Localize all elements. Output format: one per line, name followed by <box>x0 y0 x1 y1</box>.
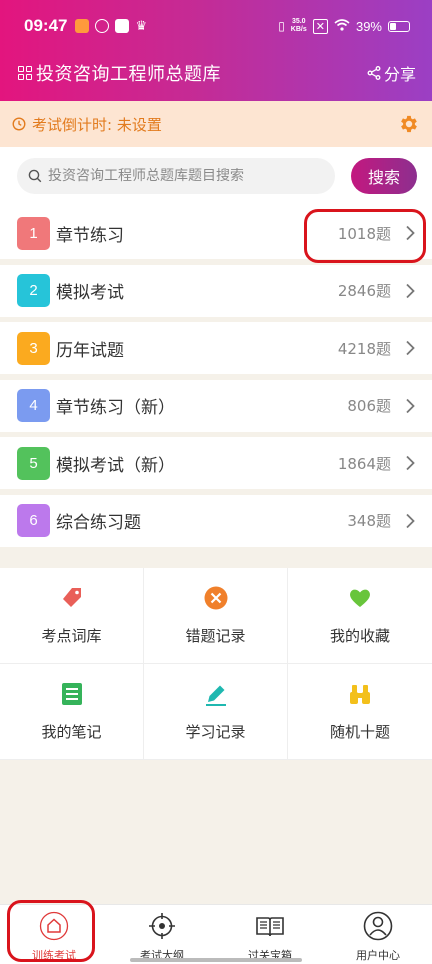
user-icon <box>363 911 393 945</box>
gear-icon[interactable] <box>398 113 420 135</box>
menu-label: 章节练习（新） <box>56 398 175 419</box>
search-icon <box>28 169 42 183</box>
app-badge-icon <box>115 19 130 33</box>
status-right: ▯ 35.0 KB/s ✕ 39% <box>278 18 410 34</box>
tool-label: 随机十题 <box>329 723 390 741</box>
status-time: 09:47 <box>24 16 68 35</box>
status-bar: 09:47 ♛ ▯ 35.0 KB/s ✕ 39% <box>24 14 410 38</box>
app-notification-icon <box>75 19 90 33</box>
menu-number-badge: 4 <box>17 389 50 423</box>
tag-icon <box>59 585 85 625</box>
net-speed: 35.0 KB/s <box>291 18 307 34</box>
menu-label: 历年试题 <box>56 340 124 361</box>
share-button[interactable]: 分享 <box>367 61 416 85</box>
tool-tag[interactable]: 考点词库 <box>0 568 144 664</box>
menu-label: 综合练习题 <box>56 513 141 534</box>
crown-icon: ♛ <box>135 18 148 34</box>
grid-menu-icon[interactable] <box>18 66 32 80</box>
clock-icon <box>12 117 26 131</box>
highlight-annotation <box>304 209 426 263</box>
chevron-right-icon <box>406 283 415 298</box>
tool-wrong-x[interactable]: 错题记录 <box>144 568 288 664</box>
search-area: 搜索 <box>0 147 432 207</box>
menu-count: 4218题 <box>337 339 391 358</box>
battery-percent: 39% <box>355 18 382 34</box>
tab-book[interactable]: 过关宝箱 <box>216 905 324 964</box>
battery-icon <box>388 20 410 32</box>
menu-count: 2846题 <box>337 282 391 301</box>
wrong-x-icon <box>203 585 229 625</box>
notification-icons: ♛ <box>75 19 147 34</box>
share-icon <box>367 66 381 80</box>
menu-count: 1864题 <box>337 454 391 473</box>
net-speed-value: 35.0 <box>291 18 306 25</box>
menu-row[interactable]: 3 历年试题 4218题 <box>0 322 432 375</box>
chevron-right-icon <box>406 513 415 529</box>
tools-grid: 考点词库 错题记录 我的收藏我的笔记 学习记录 随机十题 <box>0 568 432 760</box>
tab-user[interactable]: 用户中心 <box>324 905 432 964</box>
app-header: 09:47 ♛ ▯ 35.0 KB/s ✕ 39% 投资咨询工程师总题库 分享 <box>0 0 432 101</box>
target-icon <box>147 911 177 945</box>
app-title: 投资咨询工程师总题库 <box>36 64 221 85</box>
menu-count: 806题 <box>347 397 391 416</box>
binoculars-icon <box>347 681 373 721</box>
search-box[interactable] <box>17 158 335 194</box>
book-icon <box>255 911 285 945</box>
highlight-annotation-tab <box>7 900 95 962</box>
chat-notification-icon <box>95 19 110 33</box>
menu-row[interactable]: 2 模拟考试 2846题 <box>0 264 432 317</box>
tool-label: 学习记录 <box>185 723 246 741</box>
tool-label: 我的收藏 <box>329 627 390 645</box>
wifi-icon <box>334 18 350 34</box>
tool-label: 错题记录 <box>185 627 246 645</box>
share-label: 分享 <box>383 65 416 84</box>
search-button[interactable]: 搜索 <box>351 158 417 194</box>
menu-number-badge: 5 <box>17 446 50 480</box>
menu-number-badge: 1 <box>17 216 50 250</box>
exam-countdown-bar: 考试倒计时: 未设置 <box>0 101 432 147</box>
tab-target[interactable]: 考试大纲 <box>108 905 216 964</box>
menu-number-badge: 3 <box>17 331 50 365</box>
tool-notes[interactable]: 我的笔记 <box>0 664 144 760</box>
menu-label: 章节练习 <box>56 225 124 246</box>
pencil-icon <box>203 681 229 721</box>
heart-icon <box>347 585 373 625</box>
menu-label: 模拟考试（新） <box>56 455 175 476</box>
tool-label: 考点词库 <box>41 627 102 645</box>
menu-row[interactable]: 6 综合练习题 348题 <box>0 494 432 547</box>
tool-heart[interactable]: 我的收藏 <box>288 568 432 664</box>
vibrate-icon: ▯ <box>278 19 285 33</box>
app-bar: 投资咨询工程师总题库 分享 <box>18 60 416 86</box>
search-input[interactable] <box>48 168 318 184</box>
countdown-text: 考试倒计时: 未设置 <box>32 115 162 134</box>
tool-label: 我的笔记 <box>41 723 102 741</box>
tool-binoculars[interactable]: 随机十题 <box>288 664 432 760</box>
menu-row[interactable]: 4 章节练习（新） 806题 <box>0 379 432 432</box>
menu-row[interactable]: 5 模拟考试（新） 1864题 <box>0 437 432 490</box>
tool-pencil[interactable]: 学习记录 <box>144 664 288 760</box>
chevron-right-icon <box>406 341 415 356</box>
no-signal-icon: ✕ <box>312 18 328 34</box>
notes-icon <box>59 681 85 721</box>
menu-number-badge: 6 <box>17 504 50 538</box>
menu-label: 模拟考试 <box>56 283 124 304</box>
chevron-right-icon <box>406 456 415 471</box>
menu-count: 348题 <box>347 512 391 531</box>
home-indicator <box>130 958 302 962</box>
chevron-right-icon <box>406 398 415 413</box>
tab-label: 用户中心 <box>356 949 400 962</box>
net-speed-unit: KB/s <box>290 26 307 33</box>
menu-number-badge: 2 <box>17 274 50 308</box>
